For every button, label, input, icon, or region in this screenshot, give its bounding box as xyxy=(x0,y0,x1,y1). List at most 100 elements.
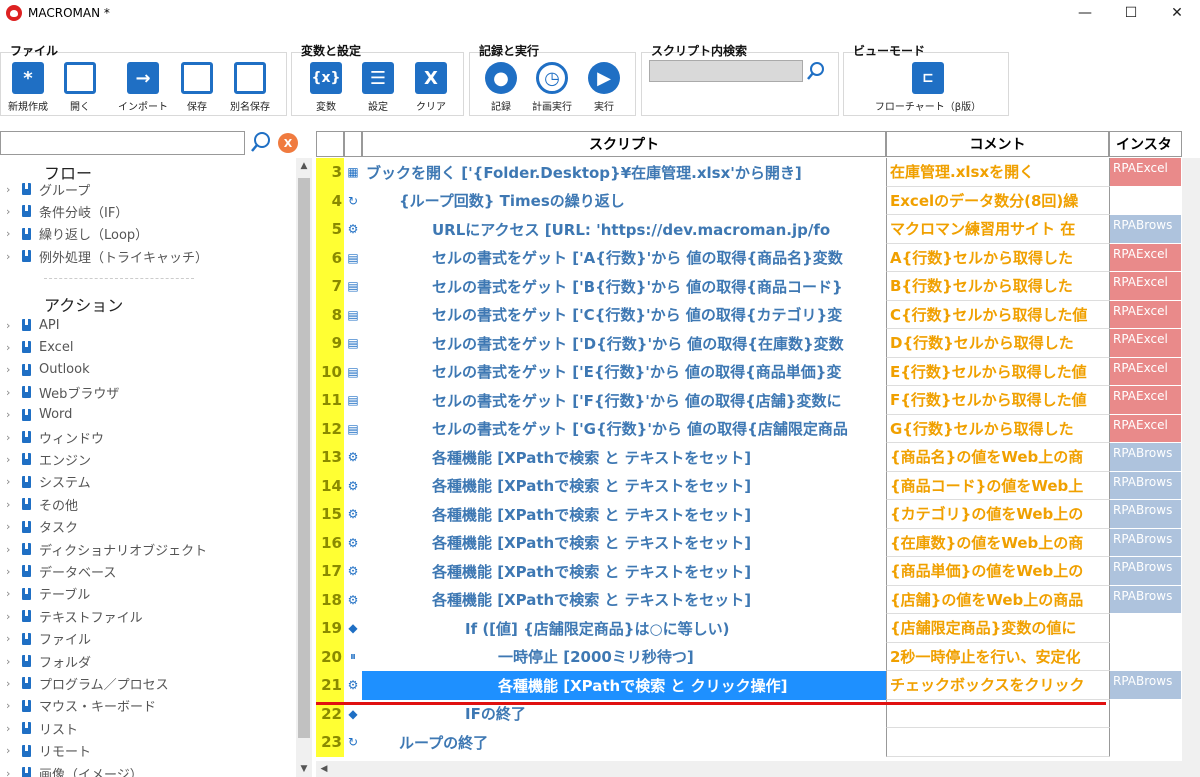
chevron-right-icon[interactable]: › xyxy=(6,363,20,376)
comment-cell[interactable]: {商品名}の値をWeb上の商 xyxy=(886,443,1109,472)
chevron-right-icon[interactable]: › xyxy=(6,319,20,332)
instance-cell[interactable] xyxy=(1109,642,1181,671)
chevron-right-icon[interactable]: › xyxy=(6,699,20,712)
scroll-left-icon[interactable]: ◀ xyxy=(316,761,332,777)
tree-item[interactable]: › リモート xyxy=(6,740,91,762)
chevron-right-icon[interactable]: › xyxy=(6,744,20,757)
table-row[interactable]: 16 ⚙ 各種機能 [XPathで検索 と テキストをセット] {在庫数}の値をWeb… xyxy=(316,528,1200,558)
table-row[interactable]: 10 ▤ セルの書式をゲット ['E{行数}'から 値の取得{商品単価}変 E{行数}… xyxy=(316,357,1200,387)
table-row[interactable]: 14 ⚙ 各種機能 [XPathで検索 と テキストをセット] {商品コード}の値をW… xyxy=(316,471,1200,500)
comment-cell[interactable]: {在庫数}の値をWeb上の商 xyxy=(886,528,1109,557)
comment-cell[interactable]: マクロマン練習用サイト 在 xyxy=(886,215,1109,244)
tree-item[interactable]: › Webブラウザ xyxy=(6,381,119,403)
instance-cell[interactable]: RPABrows xyxy=(1109,215,1181,244)
grid-vertical-scrollbar[interactable] xyxy=(1182,158,1200,777)
chevron-right-icon[interactable]: › xyxy=(6,610,20,623)
table-row[interactable]: 6 ▤ セルの書式をゲット ['A{行数}'から 値の取得{商品名}変数 A{行数}セ… xyxy=(316,243,1200,273)
tree-item[interactable]: › 条件分岐（IF） xyxy=(6,200,128,222)
script-cell[interactable]: ブックを開く ['{Folder.Desktop}¥在庫管理.xlsx'から開き… xyxy=(362,158,886,187)
action-search-input[interactable] xyxy=(0,131,245,155)
tree-item[interactable]: › ファイル xyxy=(6,628,91,650)
tree-item[interactable]: › タスク xyxy=(6,516,78,538)
table-row[interactable]: 13 ⚙ 各種機能 [XPathで検索 と テキストをセット] {商品名}の値をWeb… xyxy=(316,443,1200,472)
clear-button[interactable]: X クリア xyxy=(403,62,459,113)
instance-cell[interactable]: RPABrows xyxy=(1109,443,1181,472)
record-button[interactable]: ● 記録 xyxy=(473,62,529,113)
instance-cell[interactable]: RPABrows xyxy=(1109,671,1181,700)
instance-cell[interactable]: RPABrows xyxy=(1109,585,1181,614)
comment-cell[interactable]: チェックボックスをクリック xyxy=(886,671,1109,700)
script-cell[interactable]: 各種機能 [XPathで検索 と テキストをセット] xyxy=(362,586,886,615)
chevron-right-icon[interactable]: › xyxy=(6,655,20,668)
table-row[interactable]: 9 ▤ セルの書式をゲット ['D{行数}'から 値の取得{在庫数}変数 D{行数}セ… xyxy=(316,329,1200,358)
instance-cell[interactable]: RPABrows xyxy=(1109,471,1181,500)
chevron-right-icon[interactable]: › xyxy=(6,183,20,196)
instance-cell[interactable]: RPAExcel xyxy=(1109,272,1181,301)
chevron-right-icon[interactable]: › xyxy=(6,386,20,399)
tree-item[interactable]: › テーブル xyxy=(6,583,90,605)
chevron-right-icon[interactable]: › xyxy=(6,632,20,645)
chevron-right-icon[interactable]: › xyxy=(6,250,20,263)
chevron-right-icon[interactable]: › xyxy=(6,205,20,218)
tree-item[interactable]: › リスト xyxy=(6,717,78,739)
open-button[interactable]: 開く xyxy=(52,62,108,113)
script-cell[interactable]: セルの書式をゲット ['A{行数}'から 値の取得{商品名}変数 xyxy=(362,244,886,273)
table-row[interactable]: 23 ↻ ループの終了 xyxy=(316,728,1200,757)
script-search-input[interactable] xyxy=(649,60,803,82)
instance-cell[interactable]: RPAExcel xyxy=(1109,300,1181,329)
chevron-right-icon[interactable]: › xyxy=(6,475,20,488)
script-cell[interactable]: セルの書式をゲット ['D{行数}'から 値の取得{在庫数}変数 xyxy=(362,329,886,358)
tree-item[interactable]: › Outlook xyxy=(6,359,90,381)
chevron-right-icon[interactable]: › xyxy=(6,677,20,690)
schedule-button[interactable]: ◷ 計画実行 xyxy=(524,62,580,113)
grid-horizontal-scrollbar[interactable]: ◀ xyxy=(316,761,1182,777)
table-row[interactable]: 12 ▤ セルの書式をゲット ['G{行数}'から 値の取得{店舗限定商品 G{行数}… xyxy=(316,414,1200,443)
instance-cell[interactable]: RPAExcel xyxy=(1109,357,1181,386)
comment-cell[interactable]: 2秒一時停止を行い、安定化 xyxy=(886,642,1109,671)
script-cell[interactable]: {ループ回数} Timesの繰り返し xyxy=(362,187,886,216)
instance-cell[interactable]: RPABrows xyxy=(1109,557,1181,586)
script-cell[interactable]: URLにアクセス [URL: 'https://dev.macroman.jp/… xyxy=(362,215,886,244)
instance-cell[interactable] xyxy=(1109,728,1181,757)
variables-button[interactable]: {x} 変数 xyxy=(298,62,354,113)
run-button[interactable]: ▶ 実行 xyxy=(576,62,632,113)
comment-cell[interactable]: {カテゴリ}の値をWeb上の xyxy=(886,500,1109,529)
header-script[interactable]: スクリプト xyxy=(362,131,886,157)
instance-cell[interactable]: RPAExcel xyxy=(1109,329,1181,358)
table-row[interactable]: 4 ↻ {ループ回数} Timesの繰り返し Excelのデータ数分(8回)繰 xyxy=(316,186,1200,216)
script-cell[interactable]: 各種機能 [XPathで検索 と テキストをセット] xyxy=(362,557,886,586)
script-cell[interactable]: 各種機能 [XPathで検索 と テキストをセット] xyxy=(362,529,886,558)
comment-cell[interactable]: G{行数}セルから取得した xyxy=(886,414,1109,443)
instance-cell[interactable]: RPAExcel xyxy=(1109,158,1181,187)
chevron-right-icon[interactable]: › xyxy=(6,543,20,556)
table-row[interactable]: 15 ⚙ 各種機能 [XPathで検索 と テキストをセット] {カテゴリ}の値をWe… xyxy=(316,500,1200,529)
table-row[interactable]: 17 ⚙ 各種機能 [XPathで検索 と テキストをセット] {商品単価}の値をWe… xyxy=(316,557,1200,586)
tree-item[interactable]: › テキストファイル xyxy=(6,605,143,627)
instance-cell[interactable] xyxy=(1109,699,1181,728)
instance-cell[interactable]: RPAExcel xyxy=(1109,414,1181,443)
comment-cell[interactable]: Excelのデータ数分(8回)繰 xyxy=(886,186,1109,215)
tree-item[interactable]: › その他 xyxy=(6,493,78,515)
chevron-right-icon[interactable]: › xyxy=(6,587,20,600)
search-icon[interactable] xyxy=(805,60,827,82)
chevron-right-icon[interactable]: › xyxy=(6,498,20,511)
script-cell[interactable]: セルの書式をゲット ['C{行数}'から 値の取得{カテゴリ}変 xyxy=(362,301,886,330)
tree-item[interactable]: › エンジン xyxy=(6,448,91,470)
scroll-down-icon[interactable]: ▼ xyxy=(296,761,312,777)
tree-item[interactable]: › Word xyxy=(6,404,72,426)
chevron-right-icon[interactable]: › xyxy=(6,431,20,444)
table-row[interactable]: 18 ⚙ 各種機能 [XPathで検索 と テキストをセット] {店舗}の値をWeb上… xyxy=(316,585,1200,615)
script-cell[interactable]: If ([値] {店舗限定商品}は○に等しい) xyxy=(362,614,886,643)
comment-cell[interactable]: {店舗}の値をWeb上の商品 xyxy=(886,585,1109,614)
tree-item[interactable]: › フォルダ xyxy=(6,650,91,672)
tree-item[interactable]: › プログラム／プロセス xyxy=(6,672,169,694)
script-cell[interactable]: セルの書式をゲット ['E{行数}'から 値の取得{商品単価}変 xyxy=(362,358,886,387)
tree-item[interactable]: › システム xyxy=(6,471,91,493)
script-cell[interactable]: セルの書式をゲット ['F{行数}'から 値の取得{店舗}変数に xyxy=(362,386,886,415)
header-instance[interactable]: インスタ xyxy=(1109,131,1182,157)
comment-cell[interactable]: E{行数}セルから取得した値 xyxy=(886,357,1109,386)
search-icon[interactable] xyxy=(249,130,273,154)
comment-cell[interactable]: {店舗限定商品}変数の値に xyxy=(886,614,1109,643)
chevron-right-icon[interactable]: › xyxy=(6,722,20,735)
table-row[interactable]: 21 ⚙ 各種機能 [XPathで検索 と クリック操作] チェックボックスをクリック… xyxy=(316,671,1200,700)
